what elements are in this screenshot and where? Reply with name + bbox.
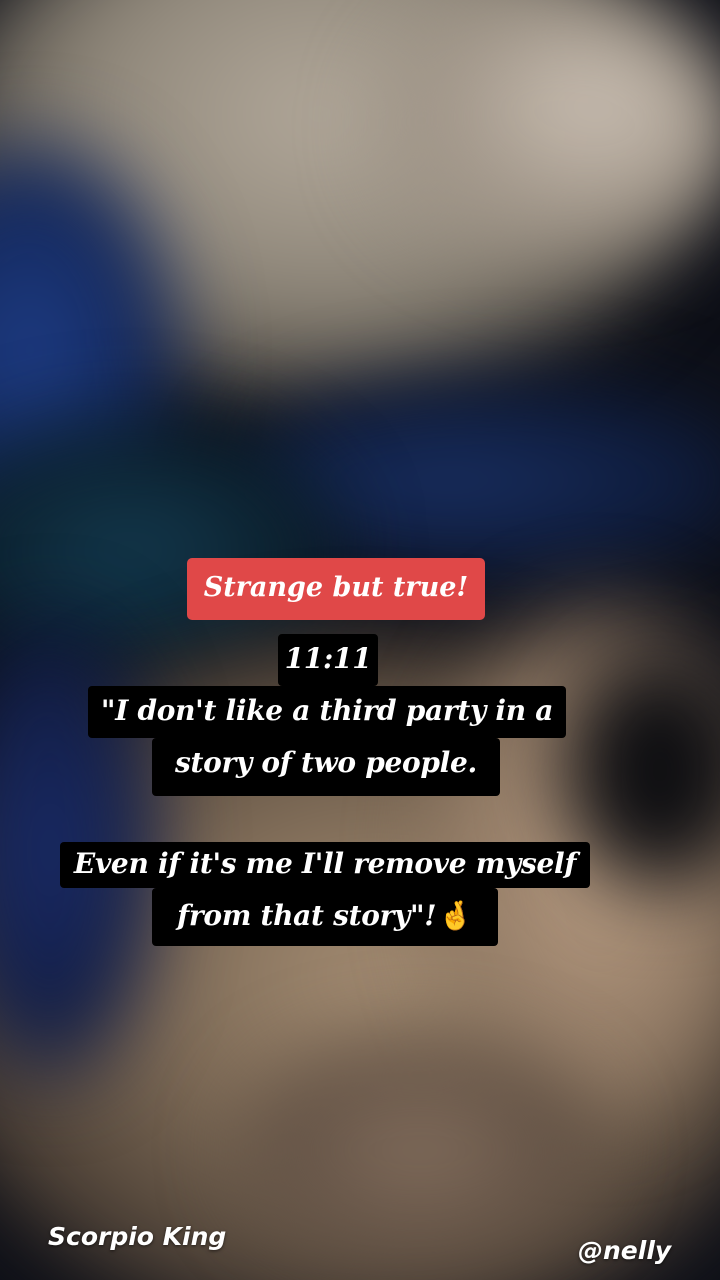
caption-line-1: "I don't like a third party in a: [88, 686, 566, 738]
handle-watermark: @nelly: [578, 1236, 672, 1265]
caption-line-4: from that story"!🤞: [152, 888, 498, 946]
story-screen: Strange but true! 11:11 "I don't like a …: [0, 0, 720, 1280]
caption-line-3: Even if it's me I'll remove myself: [60, 842, 590, 888]
caption-line-2: story of two people.: [152, 738, 500, 796]
brand-watermark: Scorpio King: [48, 1222, 227, 1251]
fingers-crossed-icon: 🤞: [438, 899, 473, 932]
caption-line-4-text: from that story"!: [177, 899, 437, 932]
header-tag: Strange but true!: [187, 558, 485, 620]
caption-line-time: 11:11: [278, 634, 378, 686]
